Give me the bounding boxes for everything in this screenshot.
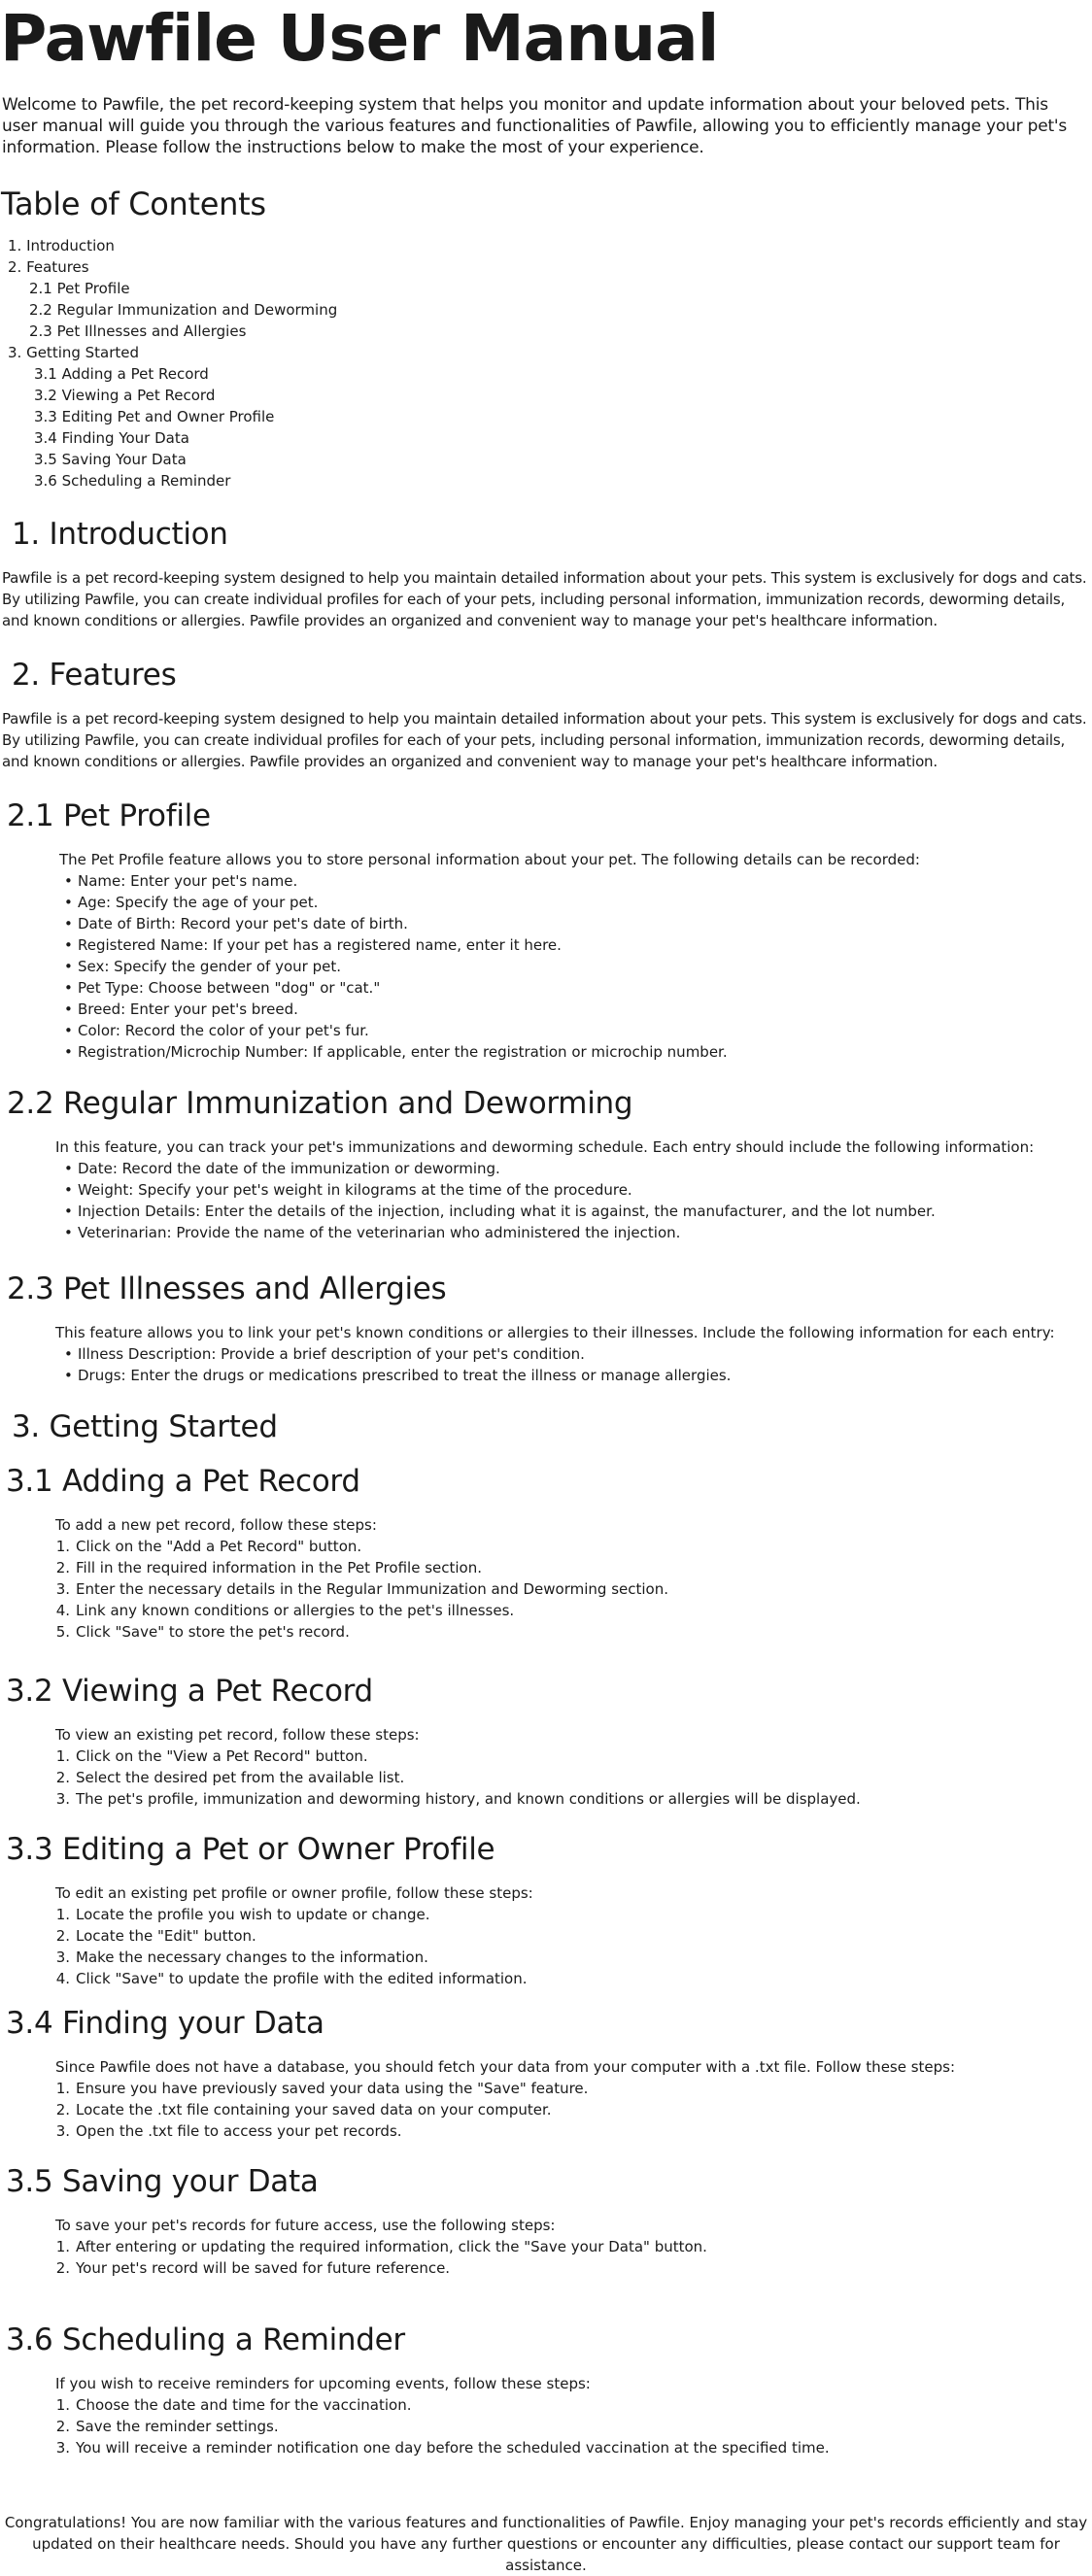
list-item: • Registration/Microchip Number: If appli…	[64, 1043, 728, 1061]
list-item: 3. Open the .txt file to access your pet …	[55, 2122, 402, 2140]
list-item: • Name: Enter your pet's name.	[64, 872, 298, 890]
list-item: 1. Choose the date and time for the vacci…	[55, 2396, 412, 2414]
illnesses-lead: This feature allows you to link your pet…	[55, 1324, 1055, 1341]
immunization-lead: In this feature, you can track your pet'…	[55, 1138, 1035, 1156]
toc-item-getting-started: 3. Getting Started	[8, 344, 140, 361]
adding-lead: To add a new pet record, follow these st…	[55, 1516, 377, 1534]
list-item: • Date of Birth: Record your pet's date o…	[64, 915, 408, 932]
list-item: • Registered Name: If your pet has a regi…	[64, 936, 562, 954]
list-item: • Color: Record the color of your pet's f…	[64, 1022, 369, 1039]
illnesses-heading: 2.3 Pet Illnesses and Allergies	[7, 1271, 447, 1306]
closing-paragraph: Congratulations! You are now familiar wi…	[4, 2514, 1088, 2574]
list-item: • Pet Type: Choose between "dog" or "cat.…	[64, 979, 381, 997]
list-item: 3. Enter the necessary details in the Reg…	[55, 1580, 669, 1598]
immunization-heading: 2.2 Regular Immunization and Deworming	[7, 1086, 633, 1121]
list-item: 2. Locate the .txt file containing your s…	[55, 2101, 552, 2118]
toc-item-finding: 3.4 Finding Your Data	[34, 429, 189, 447]
features-paragraph: Pawfile is a pet record-keeping system d…	[2, 710, 1087, 770]
saving-lead: To save your pet's records for future ac…	[55, 2217, 556, 2234]
editing-heading: 3.3 Editing a Pet or Owner Profile	[6, 1832, 495, 1867]
list-item: 1. After entering or updating the require…	[55, 2238, 707, 2255]
toc-heading: Table of Contents	[1, 186, 266, 222]
list-item: • Breed: Enter your pet's breed.	[64, 1000, 298, 1018]
list-item: 1. Ensure you have previously saved your …	[55, 2080, 589, 2097]
pet-profile-lead: The Pet Profile feature allows you to st…	[59, 851, 920, 868]
list-item: 2. Save the reminder settings.	[55, 2418, 279, 2435]
list-item: • Veterinarian: Provide the name of the v…	[64, 1224, 681, 1241]
toc-item-illnesses: 2.3 Pet Illnesses and Allergies	[29, 322, 247, 340]
finding-heading: 3.4 Finding your Data	[6, 2006, 324, 2041]
list-item: 4. Click "Save" to update the profile wit…	[55, 1970, 528, 1987]
pet-profile-heading: 2.1 Pet Profile	[7, 798, 211, 833]
toc-item-editing: 3.3 Editing Pet and Owner Profile	[34, 408, 275, 425]
toc-item-introduction: 1. Introduction	[8, 237, 115, 254]
reminder-heading: 3.6 Scheduling a Reminder	[6, 2322, 405, 2357]
viewing-heading: 3.2 Viewing a Pet Record	[6, 1674, 373, 1709]
list-item: • Date: Record the date of the immunizati…	[64, 1160, 500, 1177]
list-item: 2. Locate the "Edit" button.	[55, 1927, 256, 1945]
toc-item-reminder: 3.6 Scheduling a Reminder	[34, 472, 231, 490]
introduction-paragraph: Pawfile is a pet record-keeping system d…	[2, 569, 1087, 629]
list-item: 1. Click on the "Add a Pet Record" button…	[55, 1538, 362, 1555]
list-item: • Drugs: Enter the drugs or medications p…	[64, 1367, 732, 1384]
getting-started-heading: 3. Getting Started	[12, 1409, 278, 1444]
list-item: • Injection Details: Enter the details of…	[64, 1203, 936, 1220]
features-heading: 2. Features	[12, 658, 177, 693]
list-item: 2. Fill in the required information in th…	[55, 1559, 483, 1576]
list-item: 3. You will receive a reminder notificati…	[55, 2439, 830, 2457]
toc-item-features: 2. Features	[8, 258, 89, 276]
list-item: 1. Click on the "View a Pet Record" butto…	[55, 1747, 368, 1765]
viewing-lead: To view an existing pet record, follow t…	[55, 1726, 420, 1744]
list-item: 3. The pet's profile, immunization and de…	[55, 1790, 861, 1808]
reminder-lead: If you wish to receive reminders for upc…	[55, 2375, 591, 2392]
editing-lead: To edit an existing pet profile or owner…	[55, 1884, 533, 1902]
page-title: Pawfile User Manual	[0, 1, 719, 76]
adding-heading: 3.1 Adding a Pet Record	[6, 1464, 360, 1499]
list-item: • Illness Description: Provide a brief de…	[64, 1345, 585, 1363]
list-item: 1. Locate the profile you wish to update …	[55, 1906, 430, 1923]
list-item: 4. Link any known conditions or allergies…	[55, 1602, 515, 1619]
list-item: • Age: Specify the age of your pet.	[64, 894, 319, 911]
finding-lead: Since Pawfile does not have a database, …	[55, 2058, 956, 2076]
list-item: 3. Make the necessary changes to the info…	[55, 1949, 428, 1966]
toc-item-immunization: 2.2 Regular Immunization and Deworming	[29, 301, 338, 319]
list-item: 2. Your pet's record will be saved for fu…	[55, 2259, 451, 2277]
toc-item-saving: 3.5 Saving Your Data	[34, 451, 187, 468]
list-item: 2. Select the desired pet from the availa…	[55, 1769, 405, 1786]
toc-item-adding: 3.1 Adding a Pet Record	[34, 365, 209, 383]
manual-page: Pawfile User Manual Welcome to Pawfile, …	[0, 0, 1092, 2575]
list-item: • Weight: Specify your pet's weight in ki…	[64, 1181, 632, 1199]
intro-paragraph: Welcome to Pawfile, the pet record-keepi…	[2, 95, 1068, 157]
toc-item-pet-profile: 2.1 Pet Profile	[29, 280, 130, 297]
list-item: 5. Click "Save" to store the pet's record…	[55, 1623, 350, 1641]
list-item: • Sex: Specify the gender of your pet.	[64, 958, 341, 975]
saving-heading: 3.5 Saving your Data	[6, 2164, 319, 2199]
introduction-heading: 1. Introduction	[12, 517, 228, 552]
toc-item-viewing: 3.2 Viewing a Pet Record	[34, 387, 216, 404]
